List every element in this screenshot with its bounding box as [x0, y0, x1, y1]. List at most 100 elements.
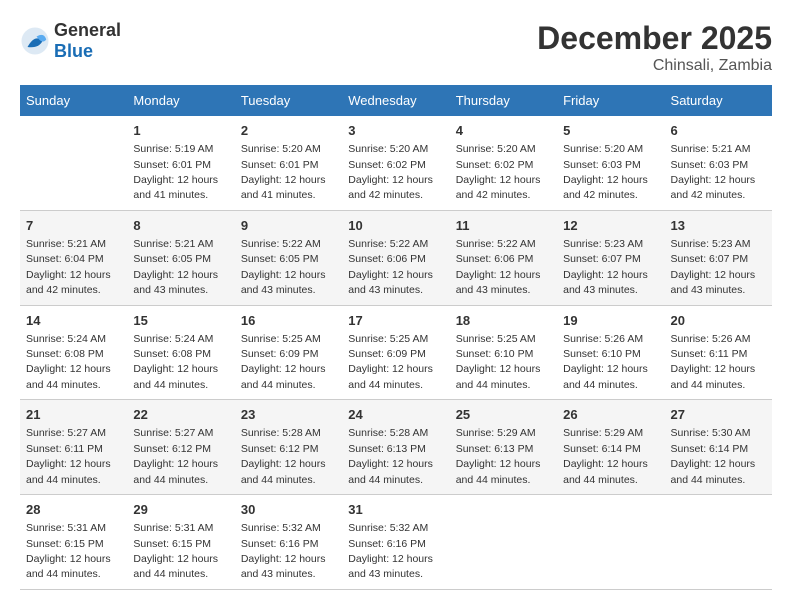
calendar-cell: 25 Sunrise: 5:29 AMSunset: 6:13 PMDayligh… — [450, 400, 557, 495]
header-day-monday: Monday — [127, 85, 234, 116]
calendar-subtitle: Chinsali, Zambia — [537, 57, 772, 75]
calendar-cell: 16 Sunrise: 5:25 AMSunset: 6:09 PMDayligh… — [235, 305, 342, 400]
day-number: 25 — [456, 406, 551, 424]
day-number: 11 — [456, 217, 551, 235]
calendar-cell: 28 Sunrise: 5:31 AMSunset: 6:15 PMDayligh… — [20, 495, 127, 590]
calendar-cell: 7Sunrise: 5:21 AMSunset: 6:04 PMDaylight… — [20, 210, 127, 305]
day-info: Sunrise: 5:20 AMSunset: 6:03 PMDaylight:… — [563, 143, 648, 201]
week-row-2: 7Sunrise: 5:21 AMSunset: 6:04 PMDaylight… — [20, 210, 772, 305]
title-block: December 2025 Chinsali, Zambia — [537, 20, 772, 75]
week-row-3: 14Sunrise: 5:24 AMSunset: 6:08 PMDayligh… — [20, 305, 772, 400]
day-info: Sunrise: 5:27 AMSunset: 6:11 PMDaylight:… — [26, 427, 111, 485]
day-number: 30 — [241, 501, 336, 519]
calendar-cell: 11 Sunrise: 5:22 AMSunset: 6:06 PMDayligh… — [450, 210, 557, 305]
day-number: 29 — [133, 501, 228, 519]
calendar-cell: 3Sunrise: 5:20 AMSunset: 6:02 PMDaylight… — [342, 116, 449, 210]
calendar-cell: 21 Sunrise: 5:27 AMSunset: 6:11 PMDayligh… — [20, 400, 127, 495]
header-day-sunday: Sunday — [20, 85, 127, 116]
day-number: 21 — [26, 406, 121, 424]
day-number: 27 — [671, 406, 766, 424]
day-info: Sunrise: 5:25 AMSunset: 6:09 PMDaylight:… — [348, 333, 433, 391]
day-info: Sunrise: 5:24 AMSunset: 6:08 PMDaylight:… — [26, 333, 111, 391]
calendar-cell: 19Sunrise: 5:26 AMSunset: 6:10 PMDayligh… — [557, 305, 664, 400]
day-number: 9 — [241, 217, 336, 235]
day-number: 12 — [563, 217, 658, 235]
calendar-cell: 12 Sunrise: 5:23 AMSunset: 6:07 PMDayligh… — [557, 210, 664, 305]
calendar-cell: 22 Sunrise: 5:27 AMSunset: 6:12 PMDayligh… — [127, 400, 234, 495]
calendar-cell: 13 Sunrise: 5:23 AMSunset: 6:07 PMDayligh… — [665, 210, 772, 305]
calendar-cell: 17 Sunrise: 5:25 AMSunset: 6:09 PMDayligh… — [342, 305, 449, 400]
day-number: 31 — [348, 501, 443, 519]
logo-text-blue: Blue — [54, 41, 93, 61]
page-header: General Blue December 2025 Chinsali, Zam… — [20, 20, 772, 75]
header-day-thursday: Thursday — [450, 85, 557, 116]
calendar-cell: 4Sunrise: 5:20 AMSunset: 6:02 PMDaylight… — [450, 116, 557, 210]
day-number: 23 — [241, 406, 336, 424]
day-info: Sunrise: 5:32 AMSunset: 6:16 PMDaylight:… — [348, 522, 433, 580]
day-info: Sunrise: 5:26 AMSunset: 6:11 PMDaylight:… — [671, 333, 756, 391]
calendar-cell: 27Sunrise: 5:30 AMSunset: 6:14 PMDayligh… — [665, 400, 772, 495]
calendar-cell: 8 Sunrise: 5:21 AMSunset: 6:05 PMDaylight… — [127, 210, 234, 305]
day-info: Sunrise: 5:24 AMSunset: 6:08 PMDaylight:… — [133, 333, 218, 391]
calendar-cell: 5 Sunrise: 5:20 AMSunset: 6:03 PMDaylight… — [557, 116, 664, 210]
calendar-cell: 14Sunrise: 5:24 AMSunset: 6:08 PMDayligh… — [20, 305, 127, 400]
calendar-cell: 23Sunrise: 5:28 AMSunset: 6:12 PMDayligh… — [235, 400, 342, 495]
calendar-title: December 2025 — [537, 20, 772, 57]
day-number: 24 — [348, 406, 443, 424]
calendar-cell: 24Sunrise: 5:28 AMSunset: 6:13 PMDayligh… — [342, 400, 449, 495]
day-number: 22 — [133, 406, 228, 424]
day-info: Sunrise: 5:25 AMSunset: 6:09 PMDaylight:… — [241, 333, 326, 391]
calendar-cell: 18 Sunrise: 5:25 AMSunset: 6:10 PMDayligh… — [450, 305, 557, 400]
day-number: 6 — [671, 122, 766, 140]
calendar-cell: 6 Sunrise: 5:21 AMSunset: 6:03 PMDaylight… — [665, 116, 772, 210]
week-row-1: 1 Sunrise: 5:19 AMSunset: 6:01 PMDaylight… — [20, 116, 772, 210]
day-number: 5 — [563, 122, 658, 140]
logo: General Blue — [20, 20, 121, 62]
day-info: Sunrise: 5:32 AMSunset: 6:16 PMDaylight:… — [241, 522, 326, 580]
day-info: Sunrise: 5:27 AMSunset: 6:12 PMDaylight:… — [133, 427, 218, 485]
calendar-cell — [665, 495, 772, 590]
day-info: Sunrise: 5:22 AMSunset: 6:06 PMDaylight:… — [348, 238, 433, 296]
logo-text-general: General — [54, 20, 121, 40]
calendar-cell — [557, 495, 664, 590]
day-number: 7 — [26, 217, 121, 235]
day-number: 18 — [456, 312, 551, 330]
calendar-cell: 1 Sunrise: 5:19 AMSunset: 6:01 PMDaylight… — [127, 116, 234, 210]
calendar-cell: 2Sunrise: 5:20 AMSunset: 6:01 PMDaylight… — [235, 116, 342, 210]
week-row-4: 21 Sunrise: 5:27 AMSunset: 6:11 PMDayligh… — [20, 400, 772, 495]
day-info: Sunrise: 5:31 AMSunset: 6:15 PMDaylight:… — [26, 522, 111, 580]
day-info: Sunrise: 5:22 AMSunset: 6:06 PMDaylight:… — [456, 238, 541, 296]
day-info: Sunrise: 5:21 AMSunset: 6:05 PMDaylight:… — [133, 238, 218, 296]
day-info: Sunrise: 5:31 AMSunset: 6:15 PMDaylight:… — [133, 522, 218, 580]
logo-icon — [20, 26, 50, 56]
calendar-cell: 20Sunrise: 5:26 AMSunset: 6:11 PMDayligh… — [665, 305, 772, 400]
calendar-cell: 31 Sunrise: 5:32 AMSunset: 6:16 PMDayligh… — [342, 495, 449, 590]
day-info: Sunrise: 5:20 AMSunset: 6:02 PMDaylight:… — [456, 143, 541, 201]
week-row-5: 28 Sunrise: 5:31 AMSunset: 6:15 PMDayligh… — [20, 495, 772, 590]
calendar-header: SundayMondayTuesdayWednesdayThursdayFrid… — [20, 85, 772, 116]
day-info: Sunrise: 5:29 AMSunset: 6:13 PMDaylight:… — [456, 427, 541, 485]
day-info: Sunrise: 5:21 AMSunset: 6:03 PMDaylight:… — [671, 143, 756, 201]
day-info: Sunrise: 5:19 AMSunset: 6:01 PMDaylight:… — [133, 143, 218, 201]
day-number: 1 — [133, 122, 228, 140]
day-number: 17 — [348, 312, 443, 330]
calendar-cell: 26Sunrise: 5:29 AMSunset: 6:14 PMDayligh… — [557, 400, 664, 495]
calendar-cell — [20, 116, 127, 210]
day-info: Sunrise: 5:20 AMSunset: 6:01 PMDaylight:… — [241, 143, 326, 201]
day-number: 15 — [133, 312, 228, 330]
calendar-cell: 15 Sunrise: 5:24 AMSunset: 6:08 PMDayligh… — [127, 305, 234, 400]
calendar-cell: 10Sunrise: 5:22 AMSunset: 6:06 PMDayligh… — [342, 210, 449, 305]
day-info: Sunrise: 5:25 AMSunset: 6:10 PMDaylight:… — [456, 333, 541, 391]
calendar-table: SundayMondayTuesdayWednesdayThursdayFrid… — [20, 85, 772, 590]
calendar-cell: 30 Sunrise: 5:32 AMSunset: 6:16 PMDayligh… — [235, 495, 342, 590]
day-number: 8 — [133, 217, 228, 235]
day-number: 28 — [26, 501, 121, 519]
day-info: Sunrise: 5:23 AMSunset: 6:07 PMDaylight:… — [563, 238, 648, 296]
header-day-wednesday: Wednesday — [342, 85, 449, 116]
day-number: 3 — [348, 122, 443, 140]
day-number: 16 — [241, 312, 336, 330]
day-info: Sunrise: 5:26 AMSunset: 6:10 PMDaylight:… — [563, 333, 648, 391]
day-number: 13 — [671, 217, 766, 235]
day-info: Sunrise: 5:23 AMSunset: 6:07 PMDaylight:… — [671, 238, 756, 296]
day-info: Sunrise: 5:29 AMSunset: 6:14 PMDaylight:… — [563, 427, 648, 485]
